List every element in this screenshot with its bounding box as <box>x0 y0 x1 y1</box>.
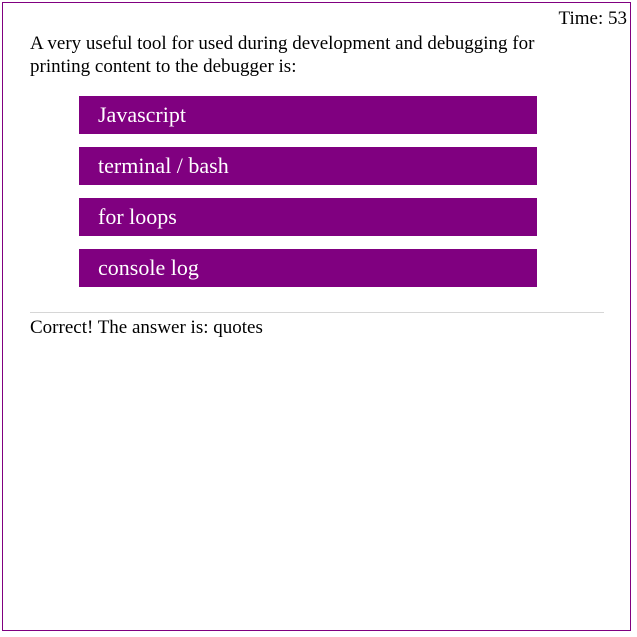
choices-list: Javascript terminal / bash for loops con… <box>79 96 537 300</box>
quiz-container: Time: 53 A very useful tool for used dur… <box>2 2 631 631</box>
choice-button-console-log[interactable]: console log <box>79 249 537 287</box>
divider <box>30 312 604 313</box>
timer: Time: 53 <box>558 8 627 29</box>
choice-button-javascript[interactable]: Javascript <box>79 96 537 134</box>
choice-button-for-loops[interactable]: for loops <box>79 198 537 236</box>
question-text: A very useful tool for used during devel… <box>30 33 535 77</box>
choice-button-terminal-bash[interactable]: terminal / bash <box>79 147 537 185</box>
result-message: Correct! The answer is: quotes <box>30 317 263 338</box>
